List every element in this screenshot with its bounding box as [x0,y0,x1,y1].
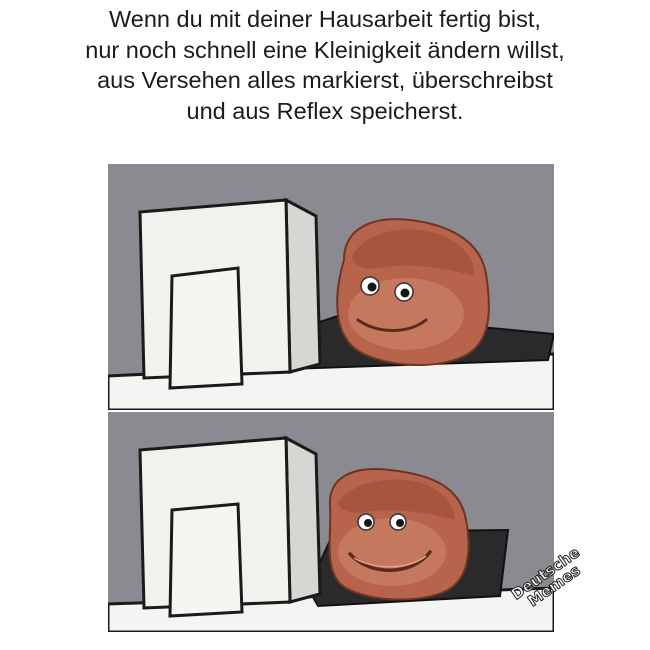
meme-caption: Wenn du mit deiner Hausarbeit fertig bis… [0,4,650,126]
caption-line-3: aus Versehen alles markierst, überschrei… [97,67,553,93]
panel-illustration-top [108,197,554,410]
comic-panel-bottom [108,412,554,632]
panel-illustration-bottom [108,435,554,632]
caption-line-4: und aus Reflex speicherst. [186,97,464,124]
monitor-stand [168,266,244,390]
comic-panel-top [108,164,554,410]
monitor-side [284,197,322,374]
monitor-side [284,435,322,604]
bread-character-nervous [328,468,470,601]
caption-line-2: nur noch schnell eine Kleinigkeit ändern… [85,36,565,63]
bread-character [336,218,490,367]
caption-line-1: Wenn du mit deiner Hausarbeit fertig bis… [109,6,541,32]
monitor-stand [168,502,244,618]
